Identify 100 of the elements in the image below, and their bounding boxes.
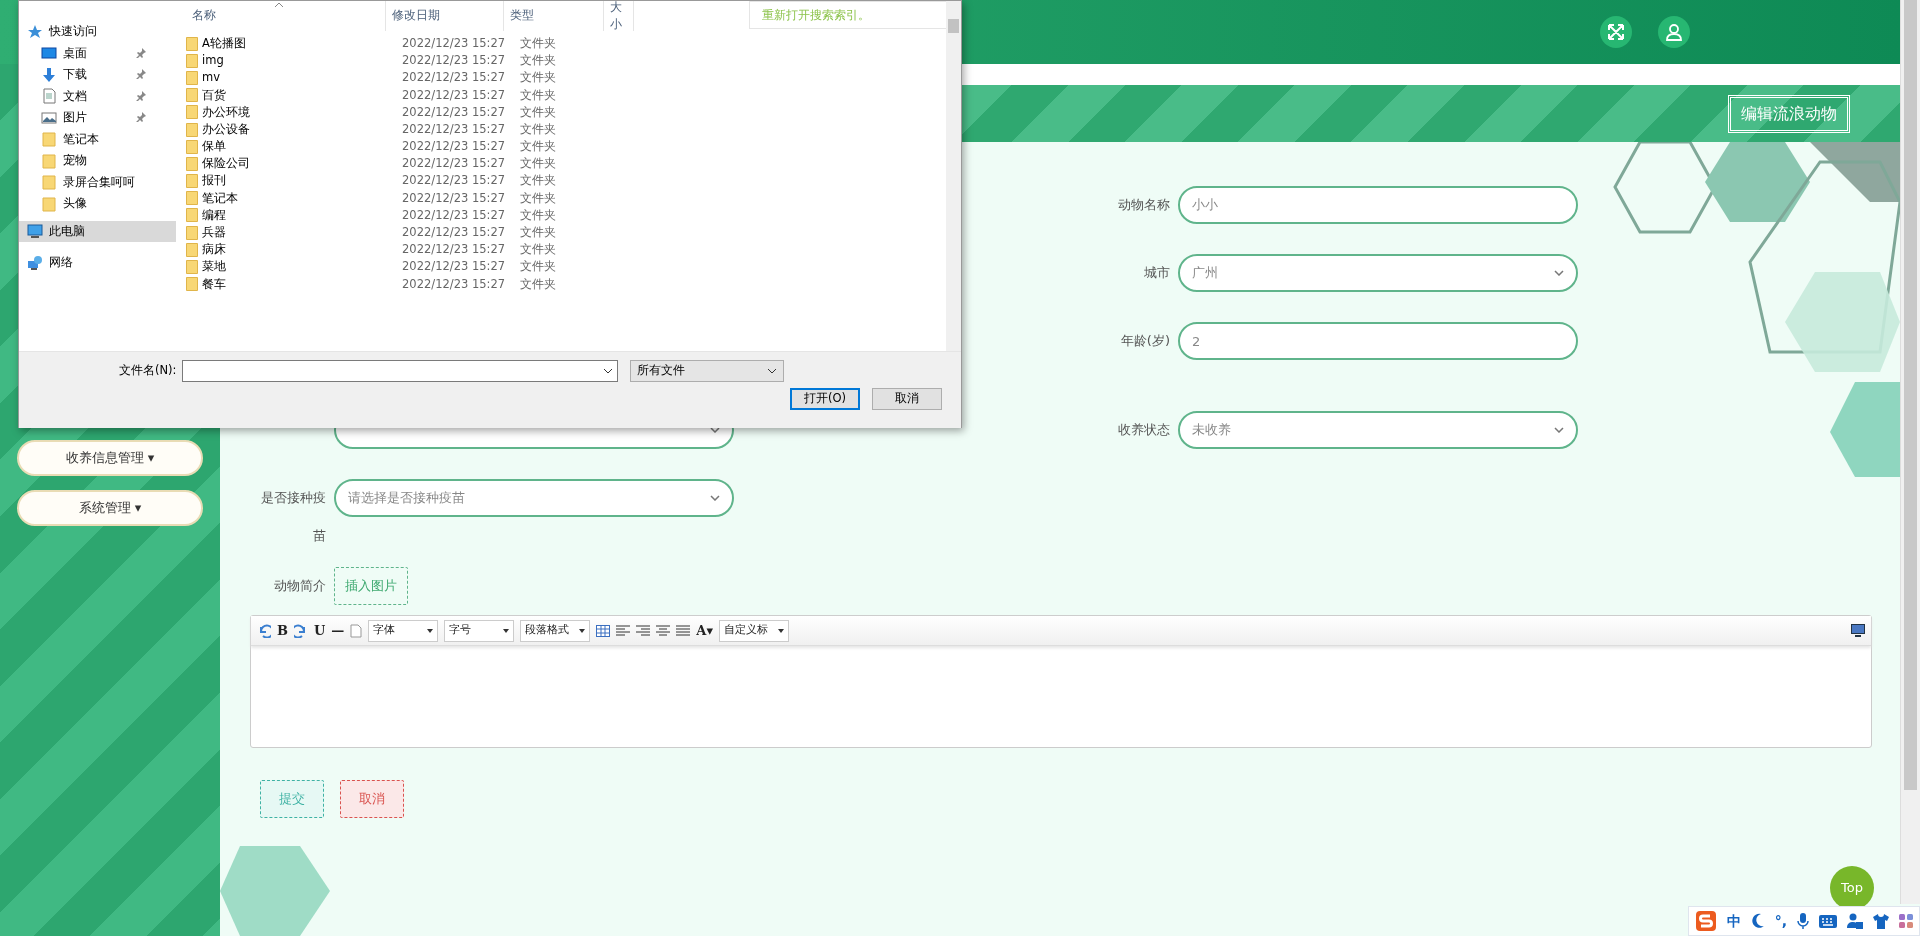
file-name[interactable]: 笔记本 xyxy=(202,189,238,207)
file-name[interactable]: 编程 xyxy=(202,206,226,225)
file-name[interactable]: mv xyxy=(202,69,220,87)
toolbar-button[interactable]: B xyxy=(277,620,288,641)
expand-arrows-icon[interactable] xyxy=(1606,22,1626,42)
file-name[interactable]: A轮播图 xyxy=(202,34,246,53)
navigation-item[interactable]: 笔记本 xyxy=(19,128,176,150)
folder-icon xyxy=(186,277,198,292)
file-date: 2022/12/23 15:27 xyxy=(401,172,507,190)
s-logo-icon[interactable] xyxy=(1694,910,1717,932)
column-header[interactable]: 大小 xyxy=(604,1,634,31)
picture-icon xyxy=(41,109,57,126)
chevron-down-icon xyxy=(710,427,720,433)
navigation-item[interactable]: 网络 xyxy=(19,252,176,274)
field-label: 是否接种疫苗 xyxy=(260,489,326,545)
page-icon[interactable] xyxy=(350,623,363,638)
caret-down-icon xyxy=(579,628,586,633)
monitor-icon[interactable] xyxy=(1851,624,1865,637)
moon-icon[interactable] xyxy=(1750,913,1765,929)
column-header[interactable]: 类型 xyxy=(504,1,604,31)
scrollbar-thumb[interactable] xyxy=(1904,0,1917,790)
sidebar-menu-button[interactable]: 收养信息管理 ▾ xyxy=(17,440,203,476)
justify-icon[interactable] xyxy=(676,624,691,637)
table-icon[interactable] xyxy=(596,624,611,637)
toolbar-dropdown[interactable]: 字号 xyxy=(444,619,515,642)
folder-icon xyxy=(186,191,198,206)
file-name[interactable]: 办公环境 xyxy=(202,103,250,121)
scrollbar[interactable] xyxy=(946,1,961,351)
file-type: 文件夹 xyxy=(519,52,557,70)
file-type: 文件夹 xyxy=(519,34,557,52)
toolbar-dropdown[interactable]: 自定义标 xyxy=(718,619,789,642)
computer-icon xyxy=(27,223,43,240)
file-type-dropdown[interactable]: 所有文件 xyxy=(630,360,785,382)
file-name[interactable]: 百货 xyxy=(202,86,226,104)
file-name[interactable]: 报刊 xyxy=(202,172,226,190)
align-left-icon[interactable] xyxy=(616,624,631,637)
toolbar-dropdown[interactable]: 段落格式 xyxy=(520,619,591,642)
file-name[interactable]: 保险公司 xyxy=(202,155,250,173)
input-field[interactable]: 小小 xyxy=(1178,186,1578,224)
navigation-item[interactable]: 此电脑 xyxy=(19,220,176,242)
toolbar-button[interactable]: A▾ xyxy=(696,620,713,641)
select-field[interactable]: 未收养 xyxy=(1178,411,1578,449)
sidebar-menu-button[interactable]: 系统管理 ▾ xyxy=(17,490,203,526)
input-method-toggle[interactable]: °, xyxy=(1774,910,1787,932)
folder-icon xyxy=(186,260,198,275)
filename-field[interactable] xyxy=(182,360,619,382)
rich-text-editor[interactable]: B U — 字体 字号 段落格式 A▾ 自定义标 xyxy=(250,615,1872,748)
file-name[interactable]: 菜地 xyxy=(202,258,226,276)
file-date: 2022/12/23 15:27 xyxy=(401,224,507,242)
toolbar-button[interactable]: U xyxy=(314,620,326,641)
file-name[interactable]: 兵器 xyxy=(202,224,226,242)
keyboard-icon[interactable] xyxy=(1819,914,1837,928)
navigation-item[interactable]: 桌面 xyxy=(19,42,176,64)
navigation-item[interactable]: 录屏合集呵呵 xyxy=(19,171,176,193)
field-label: 年龄(岁) xyxy=(1120,332,1170,350)
navigation-item[interactable]: 图片 xyxy=(19,107,176,129)
folder-icon xyxy=(186,36,198,51)
toolbar-dropdown[interactable]: 字体 xyxy=(368,619,439,642)
app-grid-icon[interactable] xyxy=(1899,914,1913,928)
file-name[interactable]: 病床 xyxy=(202,241,226,259)
user-icon[interactable] xyxy=(1664,22,1684,42)
cancel-button[interactable]: 取消 xyxy=(872,388,942,410)
file-name[interactable]: 餐车 xyxy=(202,275,226,293)
select-field[interactable]: 请选择是否接种疫苗 xyxy=(334,479,734,517)
navigation-item[interactable]: 头像 xyxy=(19,193,176,215)
align-right-icon[interactable] xyxy=(636,624,651,637)
navigation-item[interactable]: 文档 xyxy=(19,85,176,107)
field-label: 动物名称 xyxy=(1118,196,1170,214)
input-method-toggle[interactable]: 中 xyxy=(1726,910,1741,932)
folder-icon xyxy=(186,174,198,189)
file-name[interactable]: 办公设备 xyxy=(202,120,250,139)
cancel-button[interactable]: 取消 xyxy=(340,780,404,818)
filename-label: 文件名(N): xyxy=(119,362,177,380)
file-date: 2022/12/23 15:27 xyxy=(401,275,507,293)
undo-icon[interactable] xyxy=(257,623,271,638)
align-center-icon[interactable] xyxy=(656,624,671,637)
scrollbar[interactable] xyxy=(1900,0,1920,904)
chevron-down-icon xyxy=(767,368,778,374)
navigation-item[interactable]: 快速访问 xyxy=(19,21,176,43)
file-date: 2022/12/23 15:27 xyxy=(401,86,507,104)
file-type: 文件夹 xyxy=(519,120,557,138)
input-field[interactable]: 2 xyxy=(1178,322,1578,360)
column-header[interactable]: 修改日期 xyxy=(386,1,504,31)
caret-down-icon xyxy=(777,628,784,633)
navigation-item[interactable]: 宠物 xyxy=(19,150,176,172)
select-field[interactable]: 广州 xyxy=(1178,254,1578,292)
open-button[interactable]: 打开(O) xyxy=(790,388,860,410)
file-type: 文件夹 xyxy=(519,103,557,121)
user-icon[interactable] xyxy=(1847,913,1863,929)
folder-icon xyxy=(186,139,198,154)
shirt-icon[interactable] xyxy=(1873,913,1889,929)
file-type: 文件夹 xyxy=(519,241,557,259)
file-name[interactable]: img xyxy=(202,52,224,70)
redo-icon[interactable] xyxy=(294,623,308,638)
file-name[interactable]: 保单 xyxy=(202,138,226,156)
toolbar-button[interactable]: — xyxy=(331,620,345,641)
microphone-icon[interactable] xyxy=(1797,913,1809,929)
navigation-item[interactable]: 下载 xyxy=(19,64,176,86)
column-header[interactable]: 名称 xyxy=(176,1,386,31)
folder-icon xyxy=(186,122,198,137)
